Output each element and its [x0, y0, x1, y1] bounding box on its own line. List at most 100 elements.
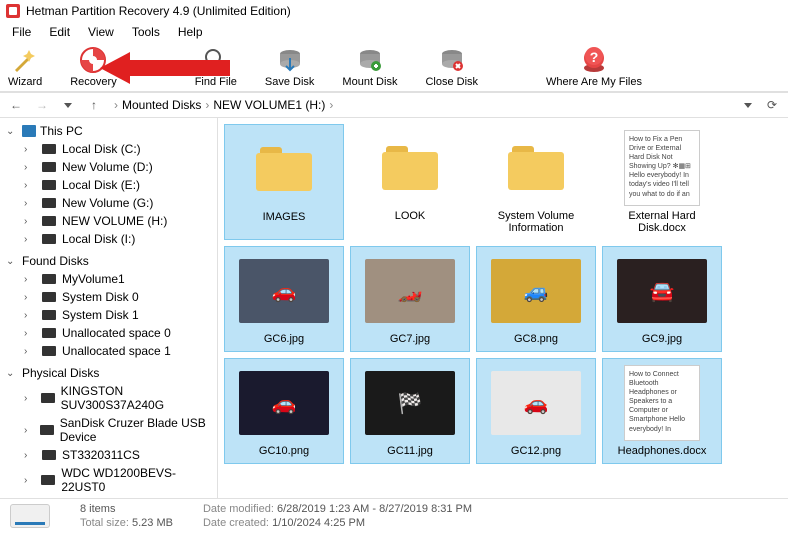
tree-header-label: Found Disks — [22, 254, 89, 268]
status-totalsize-label: Total size: — [80, 517, 129, 529]
pc-icon — [22, 125, 36, 137]
chevron-down-icon: ⌄ — [6, 368, 18, 379]
wizard-icon — [11, 46, 39, 74]
image-thumbnail: 🚙 — [491, 259, 581, 323]
tree-item-label: New Volume (D:) — [62, 160, 153, 174]
file-item[interactable]: 🚙 GC8.png — [476, 246, 596, 352]
tree-item[interactable]: ›System Disk 1 — [0, 306, 217, 324]
menu-help[interactable]: Help — [170, 23, 211, 41]
file-item[interactable]: LOOK — [350, 124, 470, 240]
question-icon: ? — [580, 46, 608, 74]
image-thumbnail: 🚗 — [491, 371, 581, 435]
file-item[interactable]: 🚗 GC6.jpg — [224, 246, 344, 352]
nav-forward-button[interactable]: → — [32, 95, 52, 115]
tree-item[interactable]: ›Local Disk (E:) — [0, 176, 217, 194]
tree-item[interactable]: ›New Volume (D:) — [0, 158, 217, 176]
disk-icon — [41, 475, 55, 485]
nav-refresh-button[interactable]: ⟳ — [762, 95, 782, 115]
file-label: GC12.png — [511, 445, 561, 457]
menu-tools[interactable]: Tools — [124, 23, 168, 41]
file-label: Headphones.docx — [618, 445, 707, 457]
chevron-right-icon: › — [24, 274, 36, 285]
wizard-button[interactable]: Wizard — [8, 46, 42, 88]
chevron-right-icon: › — [24, 144, 36, 155]
status-modified: 6/28/2019 1:23 AM - 8/27/2019 8:31 PM — [277, 503, 472, 515]
disk-icon — [42, 310, 56, 320]
file-label: GC9.jpg — [642, 333, 682, 345]
tree-item[interactable]: ›System Disk 0 — [0, 288, 217, 306]
nav-dropdown-button[interactable] — [738, 95, 758, 115]
closedisk-icon — [438, 46, 466, 74]
mountdisk-button[interactable]: Mount Disk — [342, 46, 397, 88]
folder-icon — [256, 147, 312, 191]
breadcrumb-current[interactable]: NEW VOLUME1 (H:) — [213, 98, 325, 112]
file-item[interactable]: 🏎️GC7.jpg — [350, 246, 470, 352]
tree-item-label: System Disk 1 — [62, 308, 139, 322]
file-item[interactable]: System Volume Information — [476, 124, 596, 240]
image-thumbnail: 🏁 — [365, 371, 455, 435]
chevron-right-icon: › — [24, 216, 36, 227]
folder-icon — [382, 146, 438, 190]
disk-icon — [42, 274, 56, 284]
recovery-label: Recovery — [70, 76, 116, 88]
tree-item[interactable]: ›SanDisk Cruzer Blade USB Device — [0, 414, 217, 446]
tree-item-label: WDC WD1200BEVS-22UST0 — [61, 466, 211, 494]
menu-edit[interactable]: Edit — [41, 23, 78, 41]
whereare-button[interactable]: ? Where Are My Files — [546, 46, 642, 88]
tree-item[interactable]: ›KINGSTON SUV300S37A240G — [0, 382, 217, 414]
tree-item[interactable]: ›Local Disk (I:) — [0, 230, 217, 248]
file-label: GC6.jpg — [264, 333, 304, 345]
image-thumbnail: 🚘 — [617, 259, 707, 323]
chevron-right-icon: › — [24, 425, 34, 436]
chevron-down-icon: ⌄ — [6, 256, 18, 267]
nav-up-button[interactable]: ↑ — [84, 95, 104, 115]
nav-back-button[interactable]: ← — [6, 95, 26, 115]
file-item[interactable]: 🏁GC11.jpg — [350, 358, 470, 464]
tree-item-label: MyVolume1 — [62, 272, 125, 286]
chevron-right-icon: › — [24, 292, 36, 303]
tree-header-tree-physical[interactable]: ⌄Physical Disks — [0, 364, 217, 382]
status-items: 8 items — [80, 503, 173, 515]
menu-view[interactable]: View — [80, 23, 122, 41]
file-label: GC8.png — [514, 333, 558, 345]
toolbar: Wizard Recovery Find File Save Disk Moun… — [0, 42, 788, 92]
savedisk-button[interactable]: Save Disk — [265, 46, 315, 88]
tree-item[interactable]: ›Local Disk (C:) — [0, 140, 217, 158]
disk-icon — [42, 216, 56, 226]
statusbar: 8 items Total size: 5.23 MB Date modifie… — [0, 498, 788, 533]
tree-header-label: This PC — [40, 124, 83, 138]
tree-item[interactable]: ›Unallocated space 1 — [0, 342, 217, 360]
tree-item[interactable]: ›ST3320311CS — [0, 446, 217, 464]
file-item[interactable]: How to Fix a Pen Drive or External Hard … — [602, 124, 722, 240]
image-thumbnail: 🚗 — [239, 259, 329, 323]
disk-icon — [42, 328, 56, 338]
tree-item[interactable]: ›New Volume (G:) — [0, 194, 217, 212]
recovery-button[interactable]: Recovery — [70, 46, 116, 88]
menu-file[interactable]: File — [4, 23, 39, 41]
image-thumbnail: 🚗 — [239, 371, 329, 435]
file-item[interactable]: 🚘 GC9.jpg — [602, 246, 722, 352]
file-item[interactable]: 🚗 GC12.png — [476, 358, 596, 464]
tree-header-tree-thispc[interactable]: ⌄This PC — [0, 122, 217, 140]
breadcrumb[interactable]: › Mounted Disks › NEW VOLUME1 (H:) › — [110, 98, 732, 112]
chevron-right-icon: › — [24, 328, 36, 339]
tree-item[interactable]: ›Unallocated space 0 — [0, 324, 217, 342]
file-item[interactable]: 🚗 GC10.png — [224, 358, 344, 464]
breadcrumb-root[interactable]: Mounted Disks — [122, 98, 201, 112]
tree-header-tree-found[interactable]: ⌄ Found Disks — [0, 252, 217, 270]
file-label: GC10.png — [259, 445, 309, 457]
folder-icon — [508, 146, 564, 190]
chevron-right-icon: › — [24, 234, 36, 245]
file-label: LOOK — [395, 210, 426, 222]
nav-history-button[interactable] — [58, 95, 78, 115]
tree-item[interactable]: ›WDC WD1200BEVS-22UST0 — [0, 464, 217, 496]
tree-panel: ⌄This PC›Local Disk (C:)›New Volume (D:)… — [0, 118, 218, 498]
file-item[interactable]: IMAGES — [224, 124, 344, 240]
tree-item[interactable]: › MyVolume1 — [0, 270, 217, 288]
file-item[interactable]: How to Connect Bluetooth Headphones or S… — [602, 358, 722, 464]
findfile-button[interactable]: Find File — [195, 46, 237, 88]
closedisk-button[interactable]: Close Disk — [425, 46, 478, 88]
tree-item[interactable]: ›NEW VOLUME (H:) — [0, 212, 217, 230]
tree-item-label: ST3320311CS — [62, 448, 140, 462]
status-totalsize: 5.23 MB — [132, 517, 173, 529]
